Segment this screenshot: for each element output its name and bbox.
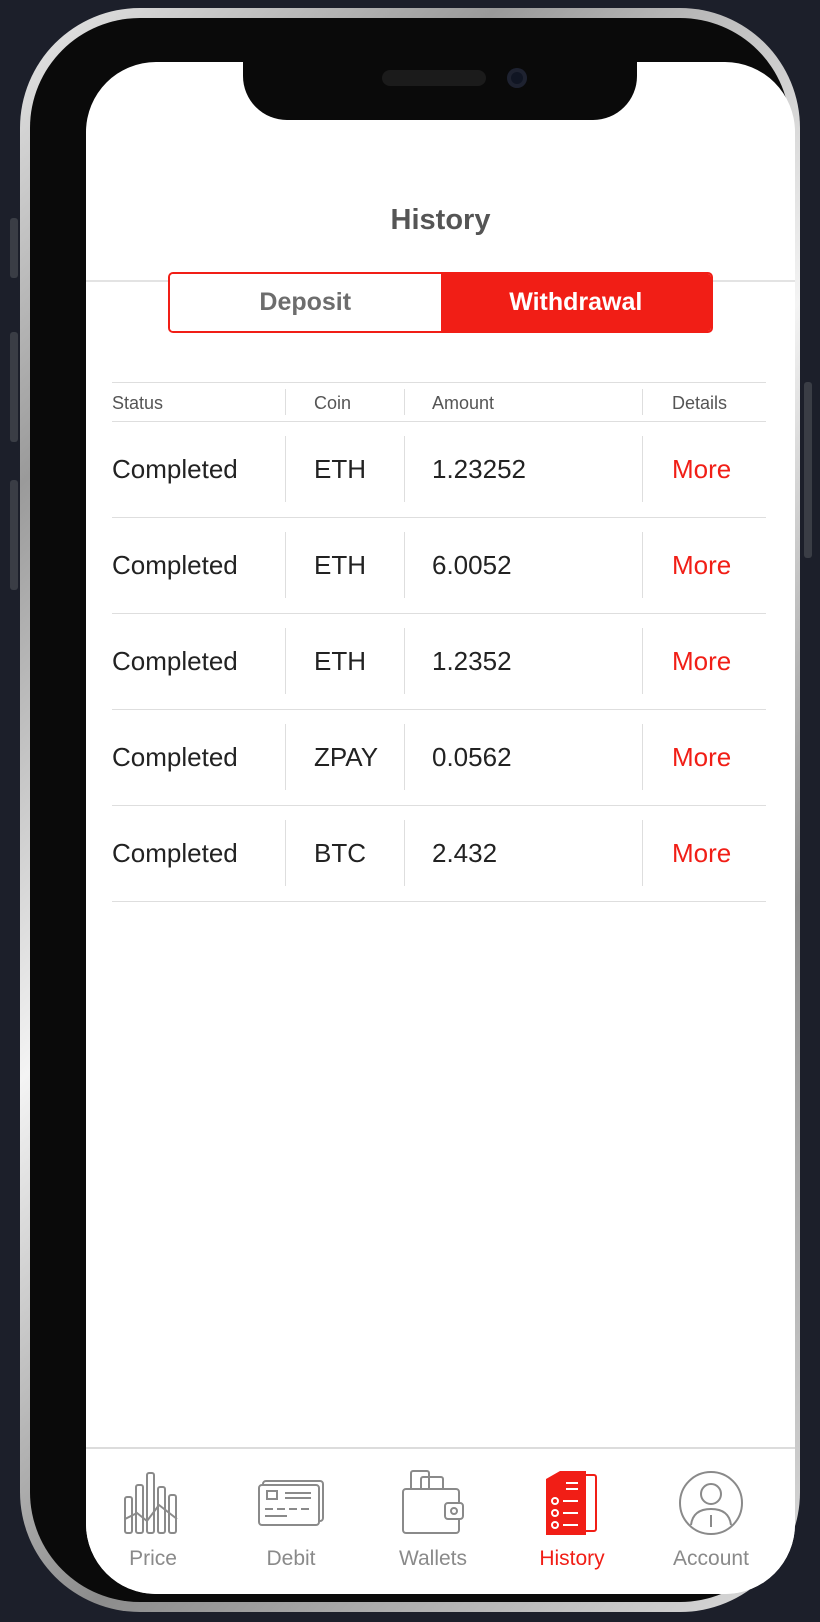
tab-debit[interactable]: Debit xyxy=(221,1449,361,1594)
column-divider xyxy=(642,724,643,790)
nav-header: History xyxy=(86,142,795,282)
column-divider xyxy=(285,628,286,694)
column-divider xyxy=(404,724,405,790)
tab-label: Debit xyxy=(266,1547,316,1570)
front-camera xyxy=(507,68,527,88)
column-divider xyxy=(404,628,405,694)
column-header-coin: Coin xyxy=(314,393,352,413)
tab-price[interactable]: Price xyxy=(86,1449,223,1594)
column-divider xyxy=(642,820,643,886)
silent-switch xyxy=(10,218,18,278)
price-chart-icon xyxy=(124,1472,178,1534)
deposit-tab[interactable]: Deposit xyxy=(170,274,441,331)
coin-cell: ETH xyxy=(314,550,366,580)
status-cell: Completed xyxy=(112,646,238,676)
earpiece-speaker xyxy=(382,70,486,86)
amount-cell: 0.0562 xyxy=(432,742,512,772)
more-link[interactable]: More xyxy=(672,646,731,677)
table-header: Status Coin Amount Details xyxy=(112,382,766,422)
table-row: Completed ETH 1.23252 More xyxy=(112,422,766,518)
screen: History Deposit Withdrawal Status Coin A… xyxy=(86,62,795,1594)
status-cell: Completed xyxy=(112,838,238,868)
tab-label: Account xyxy=(673,1547,749,1570)
more-link[interactable]: More xyxy=(672,742,731,773)
history-list-icon xyxy=(546,1471,597,1535)
table-row: Completed ETH 1.2352 More xyxy=(112,614,766,710)
column-divider xyxy=(285,724,286,790)
account-user-icon xyxy=(679,1471,743,1535)
column-header-status: Status xyxy=(112,393,164,413)
column-divider xyxy=(404,820,405,886)
table-row: Completed ZPAY 0.0562 More xyxy=(112,710,766,806)
power-button xyxy=(804,382,812,558)
volume-down-button xyxy=(10,480,18,590)
coin-cell: ZPAY xyxy=(314,742,379,772)
table-row: Completed ETH 6.0052 More xyxy=(112,518,766,614)
coin-cell: ETH xyxy=(314,646,366,676)
status-cell: Completed xyxy=(112,742,238,772)
column-divider xyxy=(285,820,286,886)
page-title: History xyxy=(390,204,491,236)
bottom-tab-bar: Price Debit Wallets History Account xyxy=(86,1447,795,1594)
column-divider xyxy=(642,628,643,694)
column-divider xyxy=(404,436,405,502)
table-row: Completed BTC 2.432 More xyxy=(112,806,766,902)
tab-wallets[interactable]: Wallets xyxy=(363,1449,503,1594)
notch xyxy=(243,62,637,120)
coin-cell: ETH xyxy=(314,454,366,484)
volume-up-button xyxy=(10,332,18,442)
phone-bezel: History Deposit Withdrawal Status Coin A… xyxy=(30,18,795,1602)
tab-account[interactable]: Account xyxy=(641,1449,781,1594)
more-link[interactable]: More xyxy=(672,838,731,869)
column-header-amount: Amount xyxy=(432,393,495,413)
amount-cell: 6.0052 xyxy=(432,550,512,580)
column-divider xyxy=(642,389,643,415)
tab-label: Wallets xyxy=(398,1547,468,1570)
debit-card-icon xyxy=(258,1480,324,1526)
tab-history[interactable]: History xyxy=(502,1449,642,1594)
tab-label: Price xyxy=(129,1547,177,1570)
column-divider xyxy=(285,436,286,502)
withdrawal-tab[interactable]: Withdrawal xyxy=(440,274,711,331)
column-divider xyxy=(642,436,643,502)
amount-cell: 2.432 xyxy=(432,838,498,868)
amount-cell: 1.23252 xyxy=(432,454,526,484)
status-cell: Completed xyxy=(112,550,238,580)
column-divider xyxy=(285,532,286,598)
deposit-withdrawal-toggle: Deposit Withdrawal xyxy=(168,272,713,333)
column-divider xyxy=(285,389,286,415)
column-divider xyxy=(404,532,405,598)
column-header-details: Details xyxy=(672,393,728,413)
amount-cell: 1.2352 xyxy=(432,646,512,676)
column-divider xyxy=(642,532,643,598)
history-table: Status Coin Amount Details Completed ETH… xyxy=(112,382,766,902)
more-link[interactable]: More xyxy=(672,550,731,581)
coin-cell: BTC xyxy=(314,838,366,868)
tab-label: History xyxy=(539,1547,605,1570)
wallet-icon xyxy=(402,1470,464,1534)
status-cell: Completed xyxy=(112,454,238,484)
column-divider xyxy=(404,389,405,415)
more-link[interactable]: More xyxy=(672,454,731,485)
